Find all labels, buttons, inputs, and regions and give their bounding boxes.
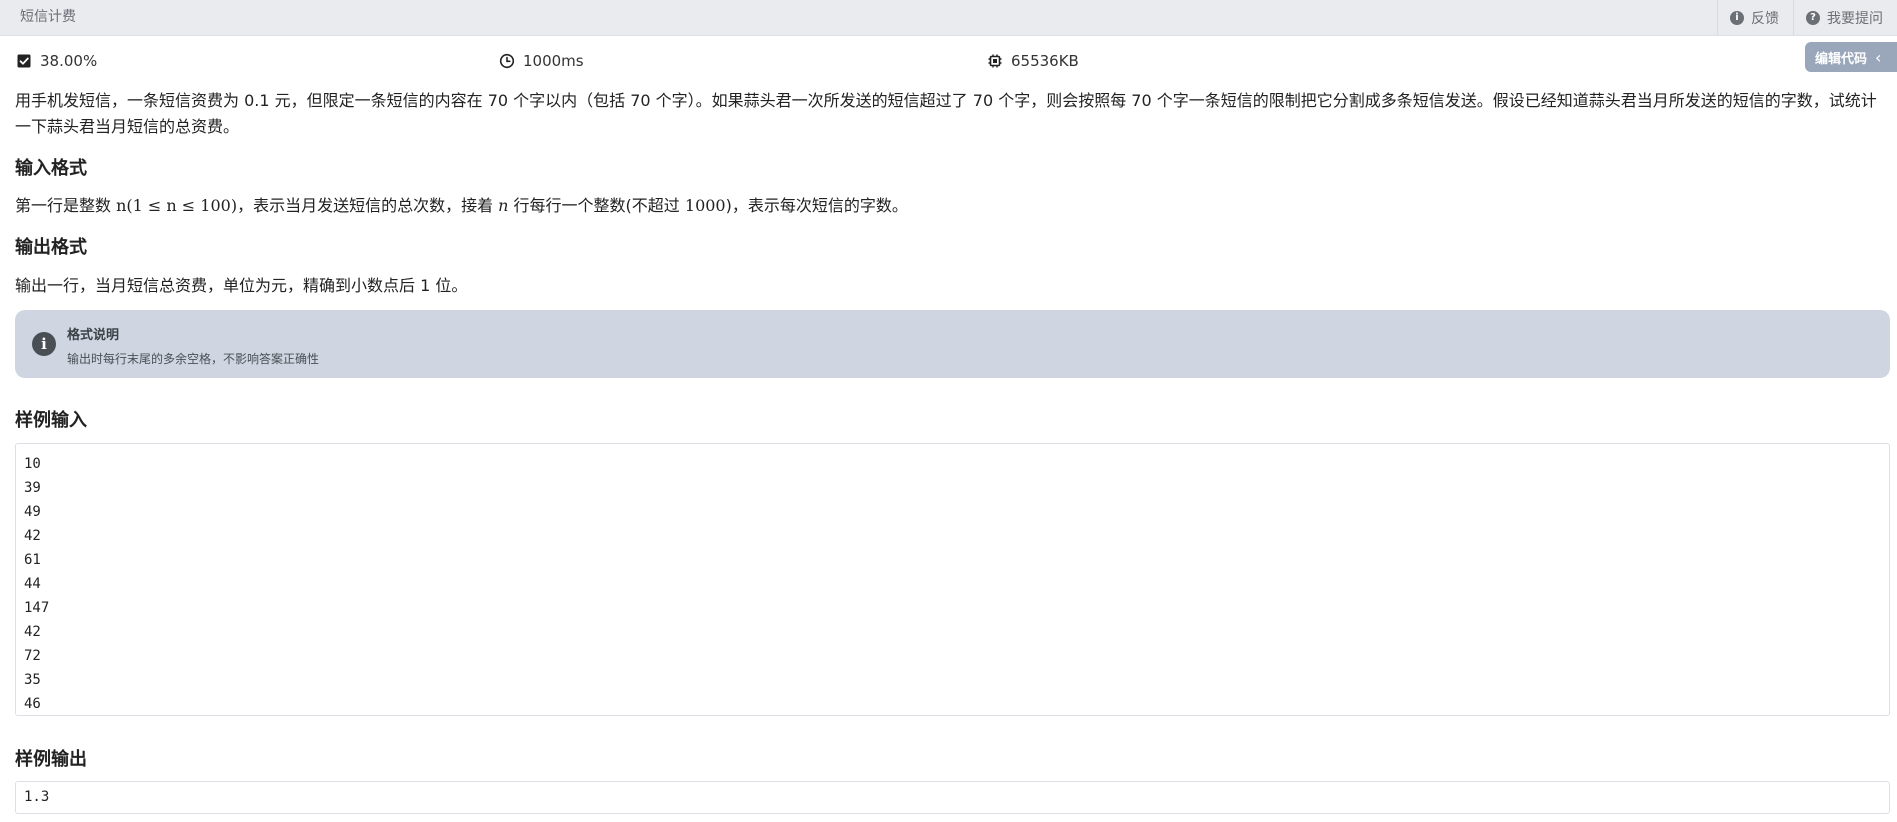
header-actions: i 反馈 ? 我要提问 bbox=[1717, 0, 1897, 35]
sample-output-heading: 样例输出 bbox=[15, 749, 87, 770]
sample-input-line: 10 bbox=[24, 456, 41, 472]
chevron-left-icon: ‹ bbox=[1875, 47, 1882, 67]
ask-label: 我要提问 bbox=[1827, 10, 1883, 27]
format-notice: i 格式说明 输出时每行末尾的多余空格，不影响答案正确性 bbox=[15, 310, 1890, 378]
sample-output-box[interactable]: 1.3 bbox=[15, 781, 1890, 814]
chip-icon bbox=[988, 54, 1002, 68]
problem-title: 短信计费 bbox=[20, 9, 76, 25]
problem-content: 用手机发短信，一条短信资费为 0.1 元，但限定一条短信的内容在 70 个字以内… bbox=[15, 88, 1890, 140]
question-icon: ? bbox=[1806, 10, 1820, 25]
info-icon: i bbox=[1730, 10, 1744, 25]
sample-input-line: 46 bbox=[24, 696, 41, 712]
pass-rate-value: 38.00% bbox=[40, 52, 98, 70]
info-icon: i bbox=[32, 332, 56, 356]
time-limit-stat: 1000ms bbox=[499, 48, 584, 74]
notice-text: 输出时每行末尾的多余空格，不影响答案正确性 bbox=[67, 352, 320, 366]
problem-stats: 38.00% 1000ms 65536KB bbox=[0, 48, 1897, 74]
sample-input-heading: 样例输入 bbox=[15, 410, 87, 431]
math-var: n bbox=[498, 196, 509, 215]
feedback-label: 反馈 bbox=[1751, 10, 1779, 27]
sample-input-line: 147 bbox=[24, 600, 50, 616]
sample-input-line: 61 bbox=[24, 552, 41, 568]
clock-icon bbox=[499, 53, 515, 69]
checkbox-icon bbox=[17, 54, 31, 68]
sample-input-line: 44 bbox=[24, 576, 41, 592]
sample-input-line: 72 bbox=[24, 648, 41, 664]
memory-limit-stat: 65536KB bbox=[987, 48, 1079, 74]
top-bar: 短信计费 i 反馈 ? 我要提问 bbox=[0, 0, 1897, 36]
sample-input-line: 49 bbox=[24, 504, 41, 520]
output-format-text: 输出一行，当月短信总资费，单位为元，精确到小数点后 1 位。 bbox=[15, 276, 468, 295]
sample-input-line: 42 bbox=[24, 624, 41, 640]
ask-question-button[interactable]: ? 我要提问 bbox=[1793, 0, 1897, 35]
feedback-button[interactable]: i 反馈 bbox=[1717, 0, 1793, 35]
sample-input-line: 42 bbox=[24, 528, 41, 544]
pass-rate-stat: 38.00% bbox=[16, 48, 97, 74]
sample-input-line: 35 bbox=[24, 672, 41, 688]
math-number: 1000 bbox=[684, 196, 726, 215]
memory-limit-value: 65536KB bbox=[1011, 52, 1079, 70]
math-constraint: n(1 ≤ n ≤ 100) bbox=[116, 196, 238, 215]
output-format-heading: 输出格式 bbox=[15, 237, 87, 258]
sample-input-box[interactable]: 10 39 49 42 61 44 147 42 72 35 46 bbox=[15, 443, 1890, 716]
problem-description: 用手机发短信，一条短信资费为 0.1 元，但限定一条短信的内容在 70 个字以内… bbox=[15, 91, 1877, 136]
edit-code-button[interactable]: 编辑代码 ‹ bbox=[1805, 42, 1897, 72]
input-format-heading: 输入格式 bbox=[15, 158, 87, 179]
input-format-text: 第一行是整数 n(1 ≤ n ≤ 100)，表示当月发送短信的总次数，接着 n … bbox=[15, 196, 908, 215]
notice-title: 格式说明 bbox=[67, 328, 120, 343]
edit-code-label: 编辑代码 bbox=[1815, 51, 1868, 67]
time-limit-value: 1000ms bbox=[523, 52, 584, 70]
sample-input-line: 39 bbox=[24, 480, 41, 496]
